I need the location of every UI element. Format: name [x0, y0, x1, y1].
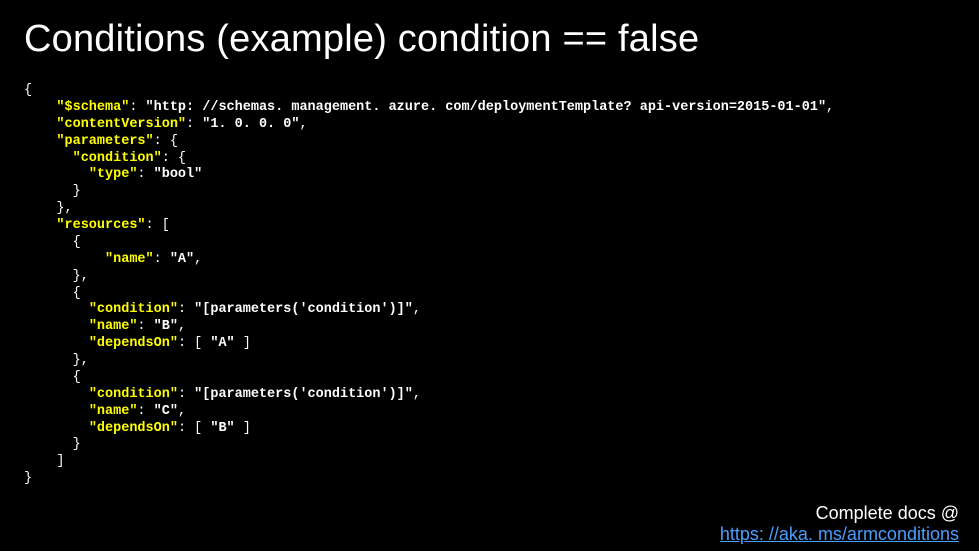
- code-text: ,: [194, 252, 202, 267]
- code-text: ,: [413, 302, 421, 317]
- code-text: ,: [178, 319, 186, 334]
- code-text: {: [73, 286, 81, 301]
- json-key: "condition": [73, 151, 162, 166]
- json-value: "B": [154, 319, 178, 334]
- json-value: "http: //schemas. management. azure. com…: [146, 100, 827, 115]
- footer-docs-label: Complete docs @: [816, 503, 959, 523]
- json-key: "type": [89, 167, 138, 182]
- code-text: ]: [235, 336, 251, 351]
- json-value: "A": [170, 252, 194, 267]
- code-text: : [: [178, 421, 210, 436]
- code-text: :: [186, 117, 202, 132]
- json-key: "parameters": [56, 134, 153, 149]
- code-text: }: [73, 184, 81, 199]
- code-text: : [: [146, 218, 170, 233]
- code-text: },: [73, 269, 89, 284]
- code-text: ,: [413, 387, 421, 402]
- json-value: "A": [210, 336, 234, 351]
- code-text: ,: [299, 117, 307, 132]
- code-text: {: [73, 235, 81, 250]
- code-text: :: [129, 100, 145, 115]
- code-text: }: [24, 471, 32, 486]
- code-text: :: [137, 167, 153, 182]
- code-text: :: [154, 252, 170, 267]
- code-text: : {: [162, 151, 186, 166]
- json-key: "dependsOn": [89, 421, 178, 436]
- code-text: },: [73, 353, 89, 368]
- json-key: "name": [89, 319, 138, 334]
- json-value: "1. 0. 0. 0": [202, 117, 299, 132]
- json-key: "dependsOn": [89, 336, 178, 351]
- json-value: "C": [154, 404, 178, 419]
- json-key: "condition": [89, 387, 178, 402]
- json-value: "[parameters('condition')]": [194, 387, 413, 402]
- json-key: "condition": [89, 302, 178, 317]
- code-text: {: [73, 370, 81, 385]
- code-text: ,: [826, 100, 834, 115]
- slide: Conditions (example) condition == false …: [0, 0, 979, 551]
- code-line: {: [24, 83, 32, 98]
- json-key: "contentVersion": [56, 117, 186, 132]
- footer-link[interactable]: https: //aka. ms/armconditions: [720, 524, 959, 544]
- code-text: : {: [154, 134, 178, 149]
- json-value: "bool": [154, 167, 203, 182]
- json-key: "name": [89, 404, 138, 419]
- json-value: "B": [210, 421, 234, 436]
- code-text: :: [178, 302, 194, 317]
- code-block: { "$schema": "http: //schemas. managemen…: [24, 83, 955, 488]
- code-text: }: [73, 437, 81, 452]
- code-text: ]: [235, 421, 251, 436]
- code-text: :: [178, 387, 194, 402]
- code-text: : [: [178, 336, 210, 351]
- code-text: ,: [178, 404, 186, 419]
- json-value: "[parameters('condition')]": [194, 302, 413, 317]
- code-text: ]: [56, 454, 64, 469]
- code-text: :: [137, 319, 153, 334]
- json-key: "$schema": [56, 100, 129, 115]
- slide-title: Conditions (example) condition == false: [24, 18, 955, 61]
- code-text: },: [56, 201, 72, 216]
- json-key: "name": [105, 252, 154, 267]
- code-text: :: [137, 404, 153, 419]
- json-key: "resources": [56, 218, 145, 233]
- footer: Complete docs @ https: //aka. ms/armcond…: [720, 503, 959, 545]
